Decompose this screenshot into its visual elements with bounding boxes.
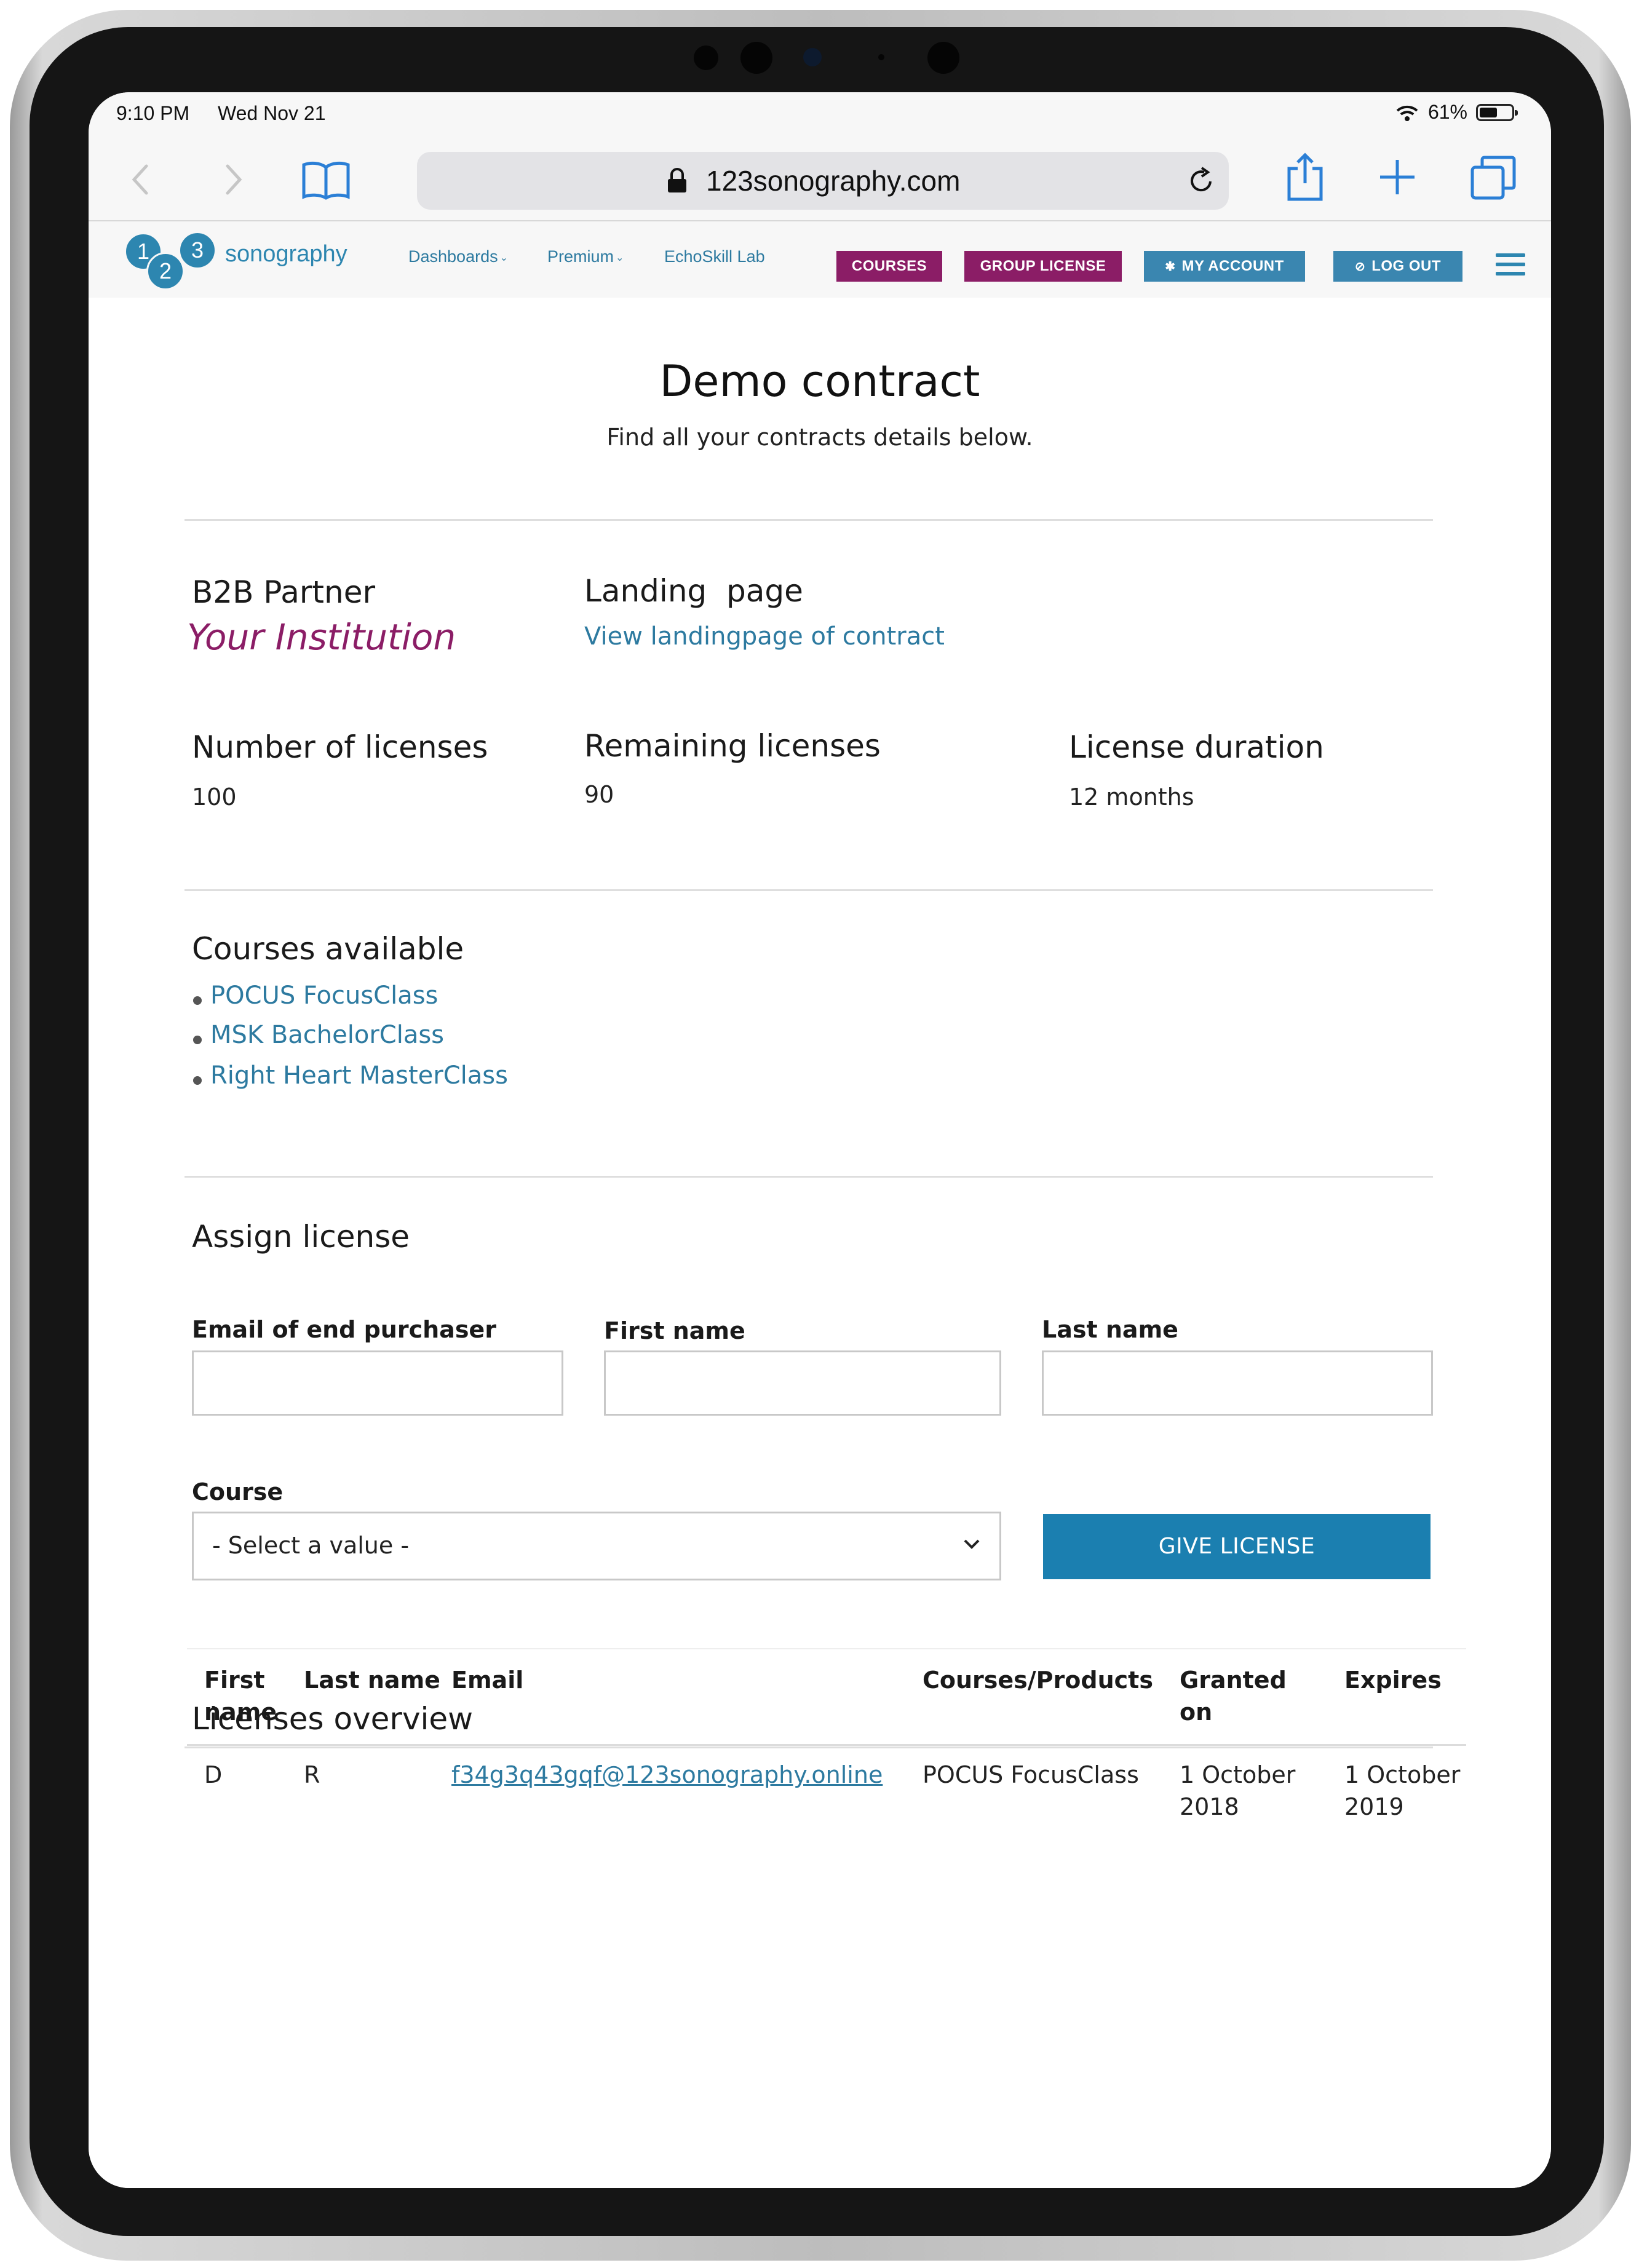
course-link-msk[interactable]: MSK BachelorClass xyxy=(210,1021,444,1049)
course-label: Course xyxy=(192,1478,284,1505)
nav-premium[interactable]: Premium ⌄ xyxy=(547,247,624,266)
header-first-name: First name xyxy=(204,1667,277,1726)
site-nav: 1 2 3 sonography Dashboards ⌄ Premium ⌄ Ec… xyxy=(89,221,1551,298)
browser-toolbar: 123sonography.com xyxy=(89,141,1551,221)
page-content: Demo contract Find all your contracts de… xyxy=(89,298,1551,2188)
last-name-label: Last name xyxy=(1042,1316,1178,1343)
share-icon[interactable] xyxy=(1285,153,1325,202)
status-bar: 9:10 PM Wed Nov 21 61% xyxy=(89,92,1551,141)
my-account-button[interactable]: ✱ MY ACCOUNT xyxy=(1144,251,1305,282)
page-title: Demo contract xyxy=(659,356,980,406)
new-tab-icon[interactable] xyxy=(1378,157,1417,197)
camera-dot xyxy=(927,42,959,74)
camera-dot xyxy=(694,46,718,70)
course-select[interactable]: - Select a value - xyxy=(192,1512,1001,1580)
duration-label: License duration xyxy=(1069,729,1324,765)
remaining-value: 90 xyxy=(584,781,614,808)
forward-icon[interactable] xyxy=(221,160,246,199)
logo-text: sonography xyxy=(225,241,347,267)
cell-course: POCUS FocusClass xyxy=(923,1761,1139,1788)
url-text: 123sonography.com xyxy=(706,165,961,197)
hamburger-icon[interactable] xyxy=(1496,253,1525,281)
landing-page-link[interactable]: View landingpage of contract xyxy=(584,622,945,651)
page-subtitle: Find all your contracts details below. xyxy=(606,424,1033,451)
last-name-field[interactable] xyxy=(1042,1350,1433,1416)
header-expires: Expires xyxy=(1344,1667,1442,1694)
back-icon[interactable] xyxy=(128,160,153,199)
camera-lens xyxy=(803,48,822,66)
battery-percent: 61% xyxy=(1427,101,1467,123)
table-row: D R f34g3q43gqf@123sonography.online POC… xyxy=(187,1759,1466,1845)
cell-last-name: R xyxy=(304,1761,320,1788)
caret-icon: ⌄ xyxy=(499,252,508,263)
divider xyxy=(185,889,1433,891)
cell-granted: 1 October 2018 xyxy=(1180,1761,1296,1820)
duration-value: 12 months xyxy=(1069,783,1194,811)
email-label: Email of end purchaser xyxy=(192,1316,496,1343)
divider xyxy=(185,519,1433,521)
course-link-right-heart[interactable]: Right Heart MasterClass xyxy=(210,1061,508,1090)
group-license-button[interactable]: GROUP LICENSE xyxy=(964,251,1122,282)
logo-digit: 2 xyxy=(146,252,185,290)
address-bar[interactable]: 123sonography.com xyxy=(417,152,1229,210)
status-right: 61% xyxy=(1395,101,1518,124)
licenses-value: 100 xyxy=(192,783,237,811)
email-field[interactable] xyxy=(192,1350,563,1416)
licenses-table: First name Last name Email Courses/Produc… xyxy=(187,1648,1466,1845)
status-date: Wed Nov 21 xyxy=(218,102,326,124)
assign-title: Assign license xyxy=(192,1219,410,1255)
caret-icon: ⌄ xyxy=(616,252,624,263)
courses-button[interactable]: COURSES xyxy=(836,251,942,282)
table-top-border xyxy=(187,1648,1466,1649)
landing-label: Landing page xyxy=(584,573,803,609)
bookmarks-icon[interactable] xyxy=(301,160,351,200)
lock-icon xyxy=(668,168,686,192)
header-granted: Granted on xyxy=(1180,1667,1287,1726)
camera-dot xyxy=(878,54,884,60)
table-header-border xyxy=(187,1744,1466,1746)
divider xyxy=(185,1176,1433,1178)
cell-expires: 1 October 2019 xyxy=(1344,1761,1461,1820)
logout-icon: ⊘ xyxy=(1354,260,1366,274)
list-bullet xyxy=(193,996,202,1005)
nav-dashboards[interactable]: Dashboards ⌄ xyxy=(408,247,508,266)
gear-icon: ✱ xyxy=(1165,260,1176,274)
screen: 9:10 PM Wed Nov 21 61% 123sonography.com… xyxy=(89,92,1551,2188)
course-link-pocus[interactable]: POCUS FocusClass xyxy=(210,981,438,1010)
partner-value: Your Institution xyxy=(187,616,456,658)
courses-title: Courses available xyxy=(192,931,464,967)
nav-echoskill-lab[interactable]: EchoSkill Lab xyxy=(664,247,765,266)
licenses-label: Number of licenses xyxy=(192,729,488,765)
first-name-label: First name xyxy=(604,1317,745,1344)
header-courses: Courses/Products xyxy=(923,1667,1153,1694)
first-name-field[interactable] xyxy=(604,1350,1001,1416)
camera-dot xyxy=(740,42,772,74)
list-bullet xyxy=(193,1036,202,1044)
status-time: 9:10 PM xyxy=(116,102,190,124)
list-bullet xyxy=(193,1076,202,1085)
reload-icon[interactable] xyxy=(1186,165,1216,196)
header-email: Email xyxy=(451,1667,524,1694)
tabs-icon[interactable] xyxy=(1470,155,1517,202)
partner-label: B2B Partner xyxy=(192,574,376,610)
cell-email-link[interactable]: f34g3q43gqf@123sonography.online xyxy=(451,1759,883,1791)
wifi-icon xyxy=(1396,105,1418,121)
give-license-button[interactable]: GIVE LICENSE xyxy=(1043,1514,1431,1579)
logo-digit: 3 xyxy=(178,231,216,269)
remaining-label: Remaining licenses xyxy=(584,728,881,764)
course-select-value: - Select a value - xyxy=(212,1532,410,1559)
log-out-button[interactable]: ⊘ LOG OUT xyxy=(1333,251,1462,282)
header-last-name: Last name xyxy=(304,1667,440,1694)
cell-first-name: D xyxy=(204,1761,223,1788)
battery-icon xyxy=(1476,103,1518,121)
chevron-down-icon xyxy=(964,1539,980,1549)
